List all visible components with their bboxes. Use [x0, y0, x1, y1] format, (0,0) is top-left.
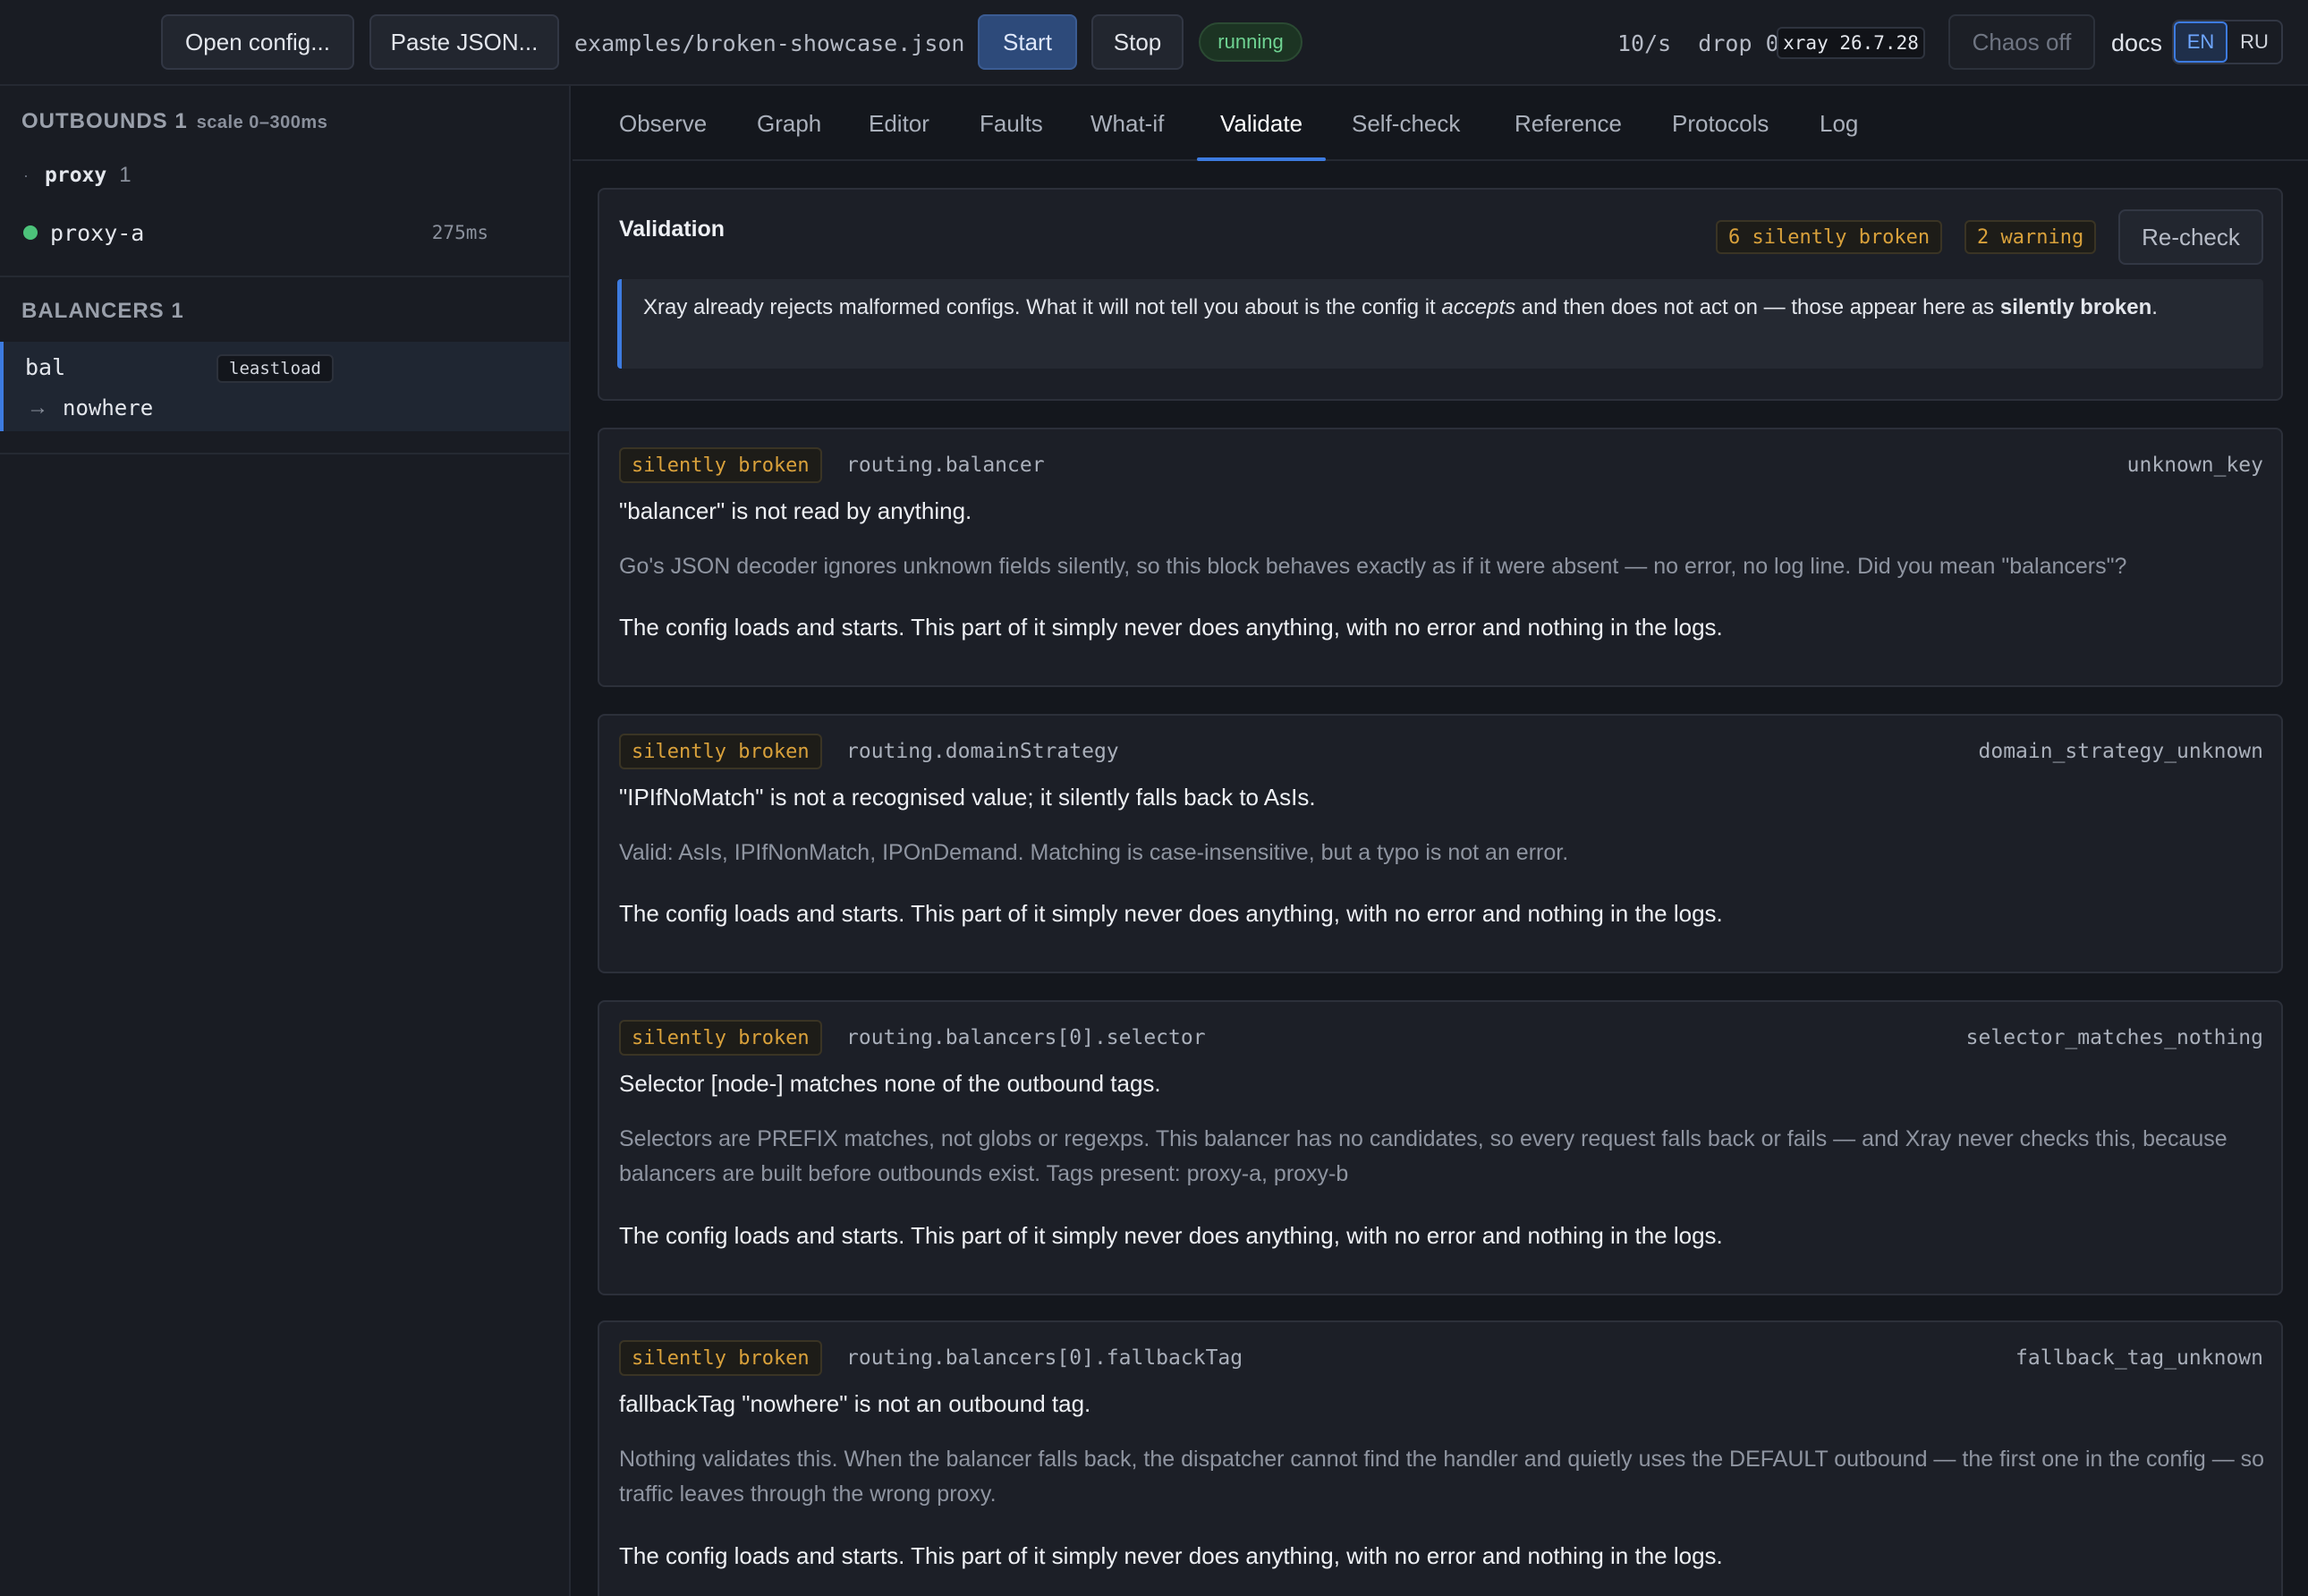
- stop-button[interactable]: Stop: [1091, 14, 1184, 70]
- balancer-name: bal: [25, 354, 66, 380]
- balancers-section-title: BALANCERS 1: [21, 299, 184, 323]
- issue-description: Selectors are PREFIX matches, not globs …: [619, 1126, 2227, 1186]
- bullet-icon: ·: [23, 166, 29, 184]
- balancer-strategy-badge: leastload: [216, 354, 334, 383]
- issue-card: silently broken routing.domainStrategy d…: [598, 714, 2283, 973]
- docs-link[interactable]: docs: [2111, 0, 2162, 86]
- tab-self-check[interactable]: Self-check: [1352, 86, 1460, 161]
- issue-code: unknown_key: [2126, 454, 2263, 477]
- issue-title: Selector [node-] matches none of the out…: [619, 1070, 1161, 1097]
- open-config-button[interactable]: Open config...: [161, 14, 354, 70]
- outbound-name: proxy-a: [50, 219, 145, 246]
- intro-text: .: [2151, 295, 2158, 319]
- severity-badge: silently broken: [619, 734, 822, 769]
- group-count: 1: [119, 163, 132, 187]
- config-file-path: examples/broken-showcase.json: [574, 30, 965, 56]
- xray-version-badge: xray 26.7.28: [1777, 27, 1925, 59]
- severity-badge: silently broken: [619, 1020, 822, 1056]
- tab-validate[interactable]: Validate: [1220, 86, 1302, 161]
- outbound-item-proxy-a[interactable]: proxy-a 275ms: [23, 215, 488, 250]
- issue-code: fallback_tag_unknown: [2015, 1346, 2263, 1370]
- issue-path: routing.balancer: [846, 454, 1045, 477]
- issue-code: selector_matches_nothing: [1965, 1026, 2263, 1049]
- tab-protocols[interactable]: Protocols: [1672, 86, 1769, 161]
- group-name: proxy: [45, 164, 107, 187]
- sidebar-divider: [0, 276, 569, 277]
- tab-editor[interactable]: Editor: [869, 86, 929, 161]
- validation-intro: Xray already rejects malformed configs. …: [617, 279, 2263, 369]
- issue-note: The config loads and starts. This part o…: [619, 900, 1723, 927]
- balancer-item-bal[interactable]: bal leastload → nowhere: [0, 342, 569, 431]
- issue-card: silently broken routing.balancers[0].fal…: [598, 1320, 2283, 1596]
- silently-broken-count-badge: 6 silently broken: [1716, 220, 1943, 254]
- language-switch: EN RU: [2172, 20, 2283, 64]
- lang-en-button[interactable]: EN: [2174, 21, 2227, 63]
- tab-graph[interactable]: Graph: [757, 86, 821, 161]
- issue-path: routing.balancers[0].fallbackTag: [846, 1346, 1243, 1370]
- lang-ru-button[interactable]: RU: [2227, 21, 2281, 63]
- outbounds-section-title: OUTBOUNDS 1 scale 0–300ms: [21, 109, 327, 134]
- validation-title: Validation: [619, 216, 725, 242]
- validation-summary-card: Validation 6 silently broken 2 warning R…: [598, 188, 2283, 401]
- active-tab-indicator: [1197, 157, 1326, 161]
- sidebar-divider: [0, 453, 569, 454]
- tab-what-if[interactable]: What-if: [1090, 86, 1164, 161]
- sidebar: OUTBOUNDS 1 scale 0–300ms · proxy 1 proxy…: [0, 86, 571, 1596]
- issue-note: The config loads and starts. This part o…: [619, 614, 1723, 641]
- intro-strong: silently broken: [1999, 295, 2152, 319]
- intro-text: and then does not act on — those appear …: [1515, 295, 2000, 319]
- recheck-button[interactable]: Re-check: [2118, 209, 2263, 265]
- issue-title: "balancer" is not read by anything.: [619, 497, 972, 524]
- issue-code: domain_strategy_unknown: [1978, 740, 2264, 763]
- warning-count-badge: 2 warning: [1964, 220, 2097, 254]
- issue-description: Go's JSON decoder ignores unknown fields…: [619, 554, 2127, 579]
- issue-description: Valid: AsIs, IPIfNonMatch, IPOnDemand. M…: [619, 840, 1569, 865]
- issue-note: The config loads and starts. This part o…: [619, 1542, 1723, 1569]
- chaos-toggle-button[interactable]: Chaos off: [1948, 14, 2095, 70]
- rate-readout: 10/s drop 0: [1617, 30, 1779, 56]
- top-bar: Open config... Paste JSON... examples/br…: [0, 0, 2308, 86]
- status-badge: running: [1199, 22, 1302, 62]
- tab-reference[interactable]: Reference: [1515, 86, 1622, 161]
- tab-faults[interactable]: Faults: [980, 86, 1043, 161]
- intro-text: Xray already rejects malformed configs. …: [643, 295, 1442, 319]
- issue-card: silently broken routing.balancers[0].sel…: [598, 1000, 2283, 1295]
- issue-note: The config loads and starts. This part o…: [619, 1222, 1723, 1249]
- outbound-group-proxy[interactable]: · proxy 1: [23, 163, 132, 188]
- balancer-target-name: nowhere: [63, 395, 154, 420]
- outbounds-scale: scale 0–300ms: [196, 113, 328, 132]
- severity-badge: silently broken: [619, 447, 822, 483]
- balancer-target: → nowhere: [27, 395, 153, 420]
- severity-badge: silently broken: [619, 1340, 822, 1376]
- outbound-latency: 275ms: [431, 222, 488, 243]
- status-dot-icon: [23, 225, 38, 240]
- tab-observe[interactable]: Observe: [619, 86, 707, 161]
- issue-path: routing.balancers[0].selector: [846, 1026, 1206, 1049]
- start-button[interactable]: Start: [978, 14, 1077, 70]
- issue-path: routing.domainStrategy: [846, 740, 1119, 763]
- issue-card: silently broken routing.balancer unknown…: [598, 428, 2283, 687]
- issue-title: "IPIfNoMatch" is not a recognised value;…: [619, 784, 1316, 811]
- issue-description: Nothing validates this. When the balance…: [619, 1447, 2265, 1507]
- tab-log[interactable]: Log: [1820, 86, 1858, 161]
- arrow-right-icon: →: [27, 395, 48, 420]
- issue-title: fallbackTag "nowhere" is not an outbound…: [619, 1390, 1091, 1417]
- intro-emphasis: accepts: [1441, 295, 1516, 319]
- tab-bar: Observe Graph Editor Faults What-if Vali…: [573, 86, 2308, 161]
- paste-json-button[interactable]: Paste JSON...: [369, 14, 559, 70]
- outbounds-title: OUTBOUNDS 1: [21, 109, 188, 133]
